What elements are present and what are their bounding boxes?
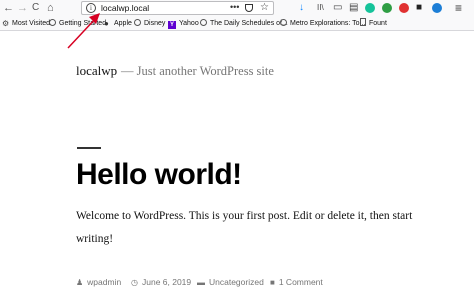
post-date[interactable]: ◷ June 6, 2019 (131, 276, 191, 289)
title-divider (77, 147, 101, 149)
tagline-text: Just another WordPress site (136, 64, 274, 78)
site-tagline: — Just another WordPress site (121, 63, 274, 79)
clock-icon: ◷ (131, 278, 138, 287)
author-name: wpadmin (87, 277, 122, 287)
site-title[interactable]: localwp (76, 63, 117, 79)
author-icon: ♟ (76, 278, 84, 287)
folder-icon: ▬ (197, 278, 205, 287)
post-body-line-2: writing! (76, 233, 114, 245)
category-text: Uncategorized (209, 277, 264, 287)
post-author[interactable]: ♟ wpadmin (76, 276, 121, 289)
post-comments[interactable]: ■ 1 Comment (270, 276, 323, 289)
comments-text: 1 Comment (278, 277, 323, 287)
post-category[interactable]: ▬ Uncategorized (197, 276, 264, 289)
post-title[interactable]: Hello world! (76, 158, 242, 192)
comment-icon: ■ (270, 278, 275, 287)
post-body-line-1: Welcome to WordPress. This is your first… (76, 210, 413, 222)
date-text: June 6, 2019 (141, 277, 192, 287)
tagline-separator: — (121, 64, 134, 78)
annotation-arrow (67, 13, 100, 49)
